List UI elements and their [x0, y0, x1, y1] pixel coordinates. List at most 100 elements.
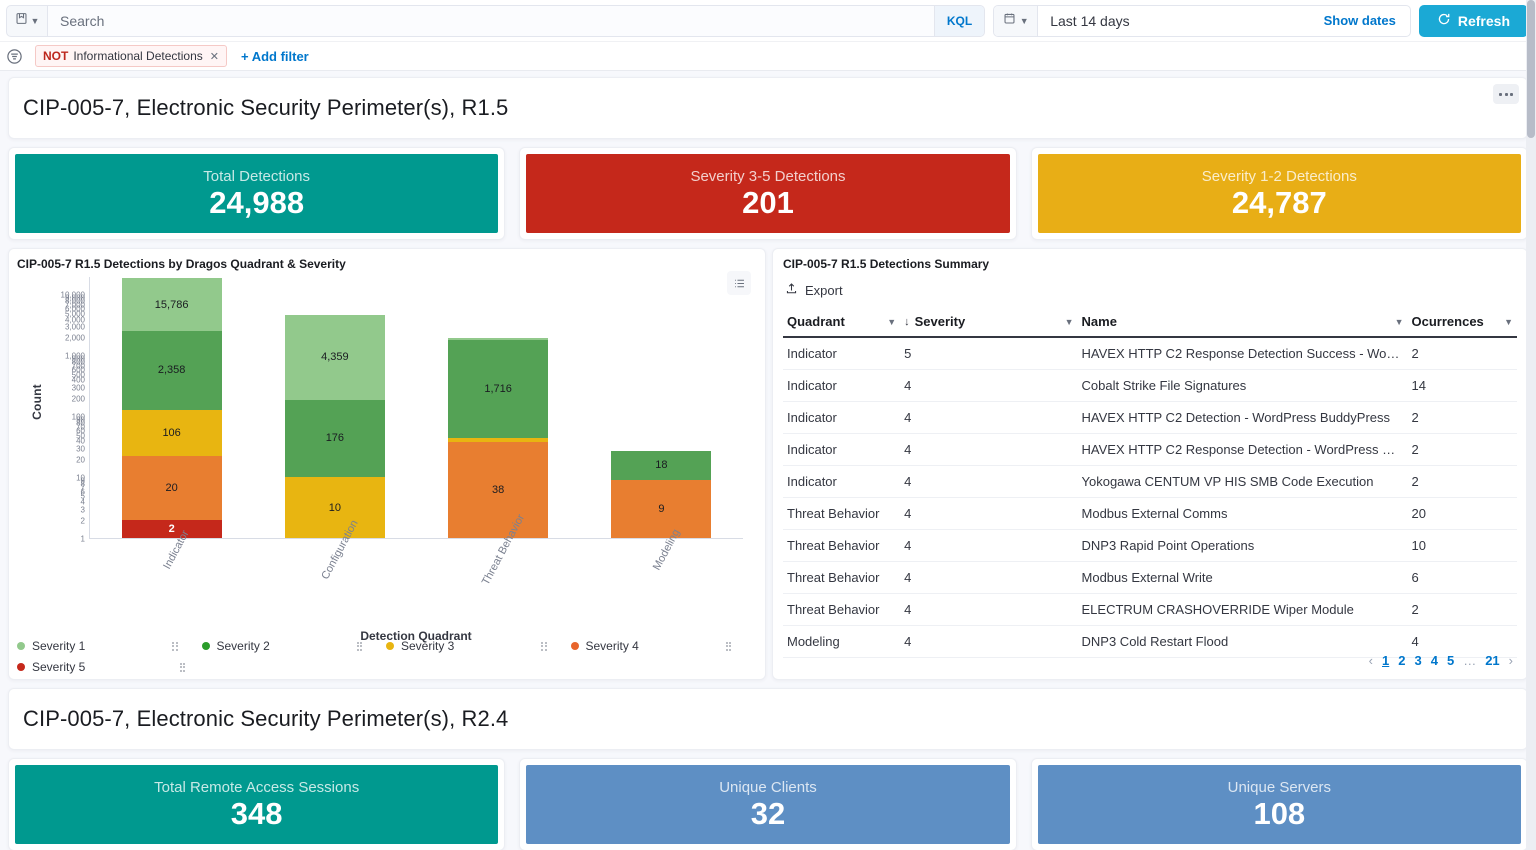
saved-query-button[interactable]: ▼	[6, 4, 48, 37]
metric-label: Severity 3-5 Detections	[690, 167, 846, 185]
legend-label: Severity 1	[32, 639, 86, 653]
column-header-name[interactable]: Name ▼	[1077, 307, 1408, 338]
legend-drag-handle[interactable]	[541, 641, 547, 651]
calendar-icon	[1003, 12, 1016, 30]
bar-segment[interactable]: 4,359	[284, 315, 385, 400]
pagination-page-21[interactable]: 21	[1485, 653, 1499, 668]
add-filter-button[interactable]: + Add filter	[241, 49, 309, 64]
metric-value: 201	[742, 184, 794, 220]
metric-value: 348	[230, 795, 283, 831]
section-title-panel-r24: CIP-005-7, Electronic Security Perimeter…	[8, 688, 1528, 750]
cell-severity: 4	[900, 497, 1078, 530]
table-row[interactable]: Indicator 4 Cobalt Strike File Signatures 1…	[783, 369, 1517, 402]
pagination-page-2[interactable]: 2	[1398, 653, 1405, 668]
scrollbar-thumb[interactable]	[1527, 0, 1535, 138]
metric-card-unique-servers[interactable]: Unique Servers 108	[1030, 758, 1528, 850]
bar-stack-threat-behavior[interactable]: 1,716 38	[448, 338, 549, 538]
table-row[interactable]: Threat Behavior 4 Modbus External Write 6	[783, 561, 1517, 594]
cell-ocurrences: 10	[1407, 529, 1517, 562]
bar-segment[interactable]: 2,358	[121, 331, 222, 410]
table-panel: CIP-005-7 R1.5 Detections Summary Export…	[772, 248, 1528, 680]
bar-segment[interactable]: 20	[121, 456, 222, 520]
legend-item-severity-4[interactable]: Severity 4	[570, 639, 756, 653]
legend-item-severity-1[interactable]: Severity 1	[17, 639, 202, 653]
panel-context-menu-button[interactable]	[1493, 84, 1519, 104]
table-row[interactable]: Indicator 5 HAVEX HTTP C2 Response Detecti…	[783, 337, 1517, 370]
metric-label: Total Detections	[203, 167, 311, 185]
export-button[interactable]: Export	[785, 282, 843, 298]
table-row[interactable]: Threat Behavior 4 Modbus External Comms 20	[783, 497, 1517, 530]
metric-card-severity-1-2-detections[interactable]: Severity 1-2 Detections 24,787	[1030, 147, 1528, 240]
date-range-value[interactable]: Last 14 days	[1038, 13, 1143, 29]
column-header-severity[interactable]: ↓ Severity ▼	[900, 307, 1078, 338]
detections-summary-table: Quadrant ▼ ↓ Severity ▼ Name ▼ Ocurrence…	[783, 307, 1517, 658]
legend-drag-handle[interactable]	[725, 641, 731, 651]
table-row[interactable]: Indicator 4 HAVEX HTTP C2 Response Detecti…	[783, 433, 1517, 466]
search-field-wrapper[interactable]: KQL	[48, 4, 986, 37]
metric-card-total-detections[interactable]: Total Detections 24,988	[8, 147, 506, 240]
bar-segment[interactable]: 15,786	[121, 278, 222, 332]
pagination-prev[interactable]: ‹	[1369, 653, 1373, 668]
column-header-quadrant[interactable]: Quadrant ▼	[783, 307, 901, 338]
filter-pill-informational-detections[interactable]: NOT Informational Detections ✕	[35, 45, 227, 67]
sort-descending-icon: ↓	[904, 315, 910, 328]
bar-stack-configuration[interactable]: 4,359 176 10	[284, 315, 385, 538]
filter-icon[interactable]	[6, 48, 23, 65]
y-axis-ticks: 10,000 9,000 8,000 7,000 6,000 5,000 4,000 3,00…	[37, 277, 85, 544]
cell-ocurrences: 2	[1407, 401, 1517, 434]
show-dates-link[interactable]: Show dates	[1144, 13, 1410, 28]
legend-item-severity-3[interactable]: Severity 3	[386, 639, 571, 653]
pagination-page-4[interactable]: 4	[1431, 653, 1438, 668]
cell-severity: 4	[900, 593, 1078, 626]
page-title-r24: CIP-005-7, Electronic Security Perimeter…	[23, 706, 509, 731]
column-header-ocurrences[interactable]: Ocurrences ▼	[1407, 307, 1517, 338]
search-input[interactable]	[60, 12, 934, 29]
metric-card-total-remote-access-sessions[interactable]: Total Remote Access Sessions 348	[8, 758, 506, 850]
pagination-next[interactable]: ›	[1509, 653, 1513, 668]
pagination-page-3[interactable]: 3	[1414, 653, 1421, 668]
pagination-page-1[interactable]: 1	[1382, 653, 1389, 668]
refresh-button[interactable]: Refresh	[1418, 4, 1528, 37]
bar-segment[interactable]: 176	[284, 399, 385, 478]
legend-drag-handle[interactable]	[356, 641, 362, 651]
metric-label: Unique Servers	[1227, 778, 1332, 796]
metric-card-severity-3-5-detections[interactable]: Severity 3-5 Detections 201	[519, 147, 1017, 240]
calendar-button[interactable]: ▼	[994, 5, 1039, 36]
table-row[interactable]: Threat Behavior 4 DNP3 Rapid Point Operati…	[783, 529, 1517, 562]
legend-item-severity-2[interactable]: Severity 2	[201, 639, 387, 653]
table-pagination: ‹ 1 2 3 4 5 … 21 ›	[1369, 653, 1513, 668]
legend-drag-handle[interactable]	[179, 662, 185, 672]
chart-panel: CIP-005-7 R1.5 Detections by Dragos Quad…	[8, 248, 766, 680]
bar-segment[interactable]: 18	[611, 450, 712, 480]
bar-segment[interactable]: 2	[121, 519, 222, 538]
chevron-down-icon[interactable]: ▼	[877, 317, 896, 327]
legend-color-swatch	[570, 642, 579, 650]
legend-drag-handle[interactable]	[172, 641, 178, 651]
cell-ocurrences: 2	[1407, 465, 1517, 498]
table-row[interactable]: Indicator 4 HAVEX HTTP C2 Detection - Word…	[783, 401, 1517, 434]
cell-ocurrences: 2	[1407, 337, 1517, 370]
bar-segment[interactable]: 1,716	[448, 340, 549, 438]
table-row[interactable]: Threat Behavior 4 ELECTRUM CRASHOVERRIDE W…	[783, 593, 1517, 626]
pagination-ellipsis: …	[1463, 653, 1477, 668]
close-icon[interactable]: ✕	[210, 50, 219, 63]
page-scrollbar[interactable]	[1526, 0, 1536, 850]
date-picker-group[interactable]: ▼ Last 14 days Show dates	[993, 4, 1411, 37]
cell-quadrant: Threat Behavior	[783, 561, 901, 594]
cell-ocurrences: 2	[1407, 593, 1517, 626]
pagination-page-5[interactable]: 5	[1447, 653, 1454, 668]
chart-area: Count 10,000 9,000 8,000 7,000 6,000 5,000 4,0…	[17, 277, 755, 643]
chevron-down-icon[interactable]: ▼	[1494, 317, 1513, 327]
bar-segment[interactable]: 106	[121, 409, 222, 457]
metric-card-unique-clients[interactable]: Unique Clients 32	[519, 758, 1017, 850]
chevron-down-icon[interactable]: ▼	[1055, 317, 1074, 327]
bar-segment[interactable]: 9	[611, 479, 712, 538]
kql-badge[interactable]: KQL	[933, 5, 985, 36]
chevron-down-icon[interactable]: ▼	[1385, 317, 1404, 327]
metric-value: 108	[1253, 795, 1306, 831]
legend-item-severity-5[interactable]: Severity 5	[17, 660, 209, 674]
bar-stack-modeling[interactable]: 18 9	[611, 450, 712, 538]
table-row[interactable]: Indicator 4 Yokogawa CENTUM VP HIS SMB Cod…	[783, 465, 1517, 498]
cell-name: ELECTRUM CRASHOVERRIDE Wiper Module	[1077, 593, 1408, 626]
bar-stack-indicator[interactable]: 15,786 2,358 106 20 2	[121, 278, 222, 538]
